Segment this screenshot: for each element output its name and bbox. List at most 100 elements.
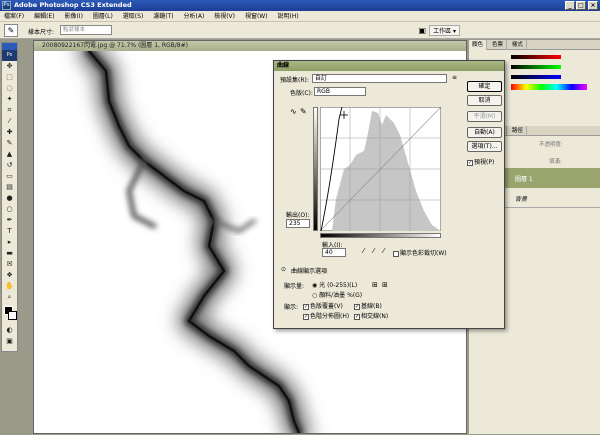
- show-clipping-label: 顯示色彩裁切(W): [400, 250, 447, 257]
- move-tool-icon[interactable]: ✥: [2, 61, 17, 72]
- output-label: 輸出(O):: [286, 212, 310, 219]
- pen-tool-icon[interactable]: ✒: [2, 215, 17, 226]
- show-amount-label: 顯示量:: [284, 283, 305, 290]
- display-options-label: 曲線顯示選項: [291, 268, 328, 275]
- eyedropper-icon[interactable]: ⁄: [2, 116, 17, 127]
- pencil-draw-icon[interactable]: ✎: [300, 107, 307, 116]
- layer-name: 圖層 1: [515, 176, 533, 183]
- channel-overlays-checkbox[interactable]: ✓ 色版覆蓋(V): [303, 301, 343, 310]
- color-panel-tabs: 顏色 色票 樣式: [469, 40, 600, 50]
- bridge-icon[interactable]: ▣: [418, 26, 426, 35]
- menu-select[interactable]: 選取(S): [119, 11, 148, 22]
- eyedropper-tool-icon[interactable]: ✎: [4, 24, 18, 37]
- dodge-tool-icon[interactable]: ○: [2, 204, 17, 215]
- shape-tool-icon[interactable]: ▬: [2, 248, 17, 259]
- input-field[interactable]: 40: [322, 248, 346, 257]
- dialog-title: 曲線: [274, 61, 504, 71]
- menu-edit[interactable]: 編輯(E): [30, 11, 58, 22]
- curve-graph[interactable]: [320, 107, 441, 231]
- sample-size-select[interactable]: 點狀樣本: [60, 25, 112, 35]
- options-bar: ✎ 樣本尺寸: 點狀樣本 ▣ 工作區 ▾: [0, 22, 600, 39]
- tab-swatches[interactable]: 色票: [489, 40, 507, 50]
- menu-window[interactable]: 視窗(W): [241, 11, 272, 22]
- channel-label: 色版(C):: [290, 90, 313, 97]
- baseline-label: 基線(B): [361, 303, 382, 310]
- opacity-label: 不透明度:: [539, 142, 563, 148]
- light-radio[interactable]: ◉ 光 (0-255)(L): [312, 280, 357, 289]
- auto-button[interactable]: 自動(A): [467, 127, 502, 138]
- grid-small-icon[interactable]: ⊞: [372, 281, 378, 289]
- maximize-button[interactable]: □: [576, 1, 586, 10]
- menu-layer[interactable]: 圖層(L): [89, 11, 117, 22]
- preset-options-icon[interactable]: ≡: [452, 74, 457, 81]
- baseline-checkbox[interactable]: ✓ 基線(B): [354, 301, 382, 310]
- gray-eyedropper-icon[interactable]: ⁄: [373, 247, 374, 255]
- document-title: 20080922167閃電.jpg @ 71.7% (圖層 1, RGB/8#): [34, 41, 466, 51]
- history-brush-icon[interactable]: ↺: [2, 160, 17, 171]
- sample-size-label: 樣本尺寸:: [28, 29, 55, 36]
- menu-image[interactable]: 影像(I): [60, 11, 86, 22]
- gradient-tool-icon[interactable]: ▤: [2, 182, 17, 193]
- crop-tool-icon[interactable]: ⌗: [2, 105, 17, 116]
- light-label: 光 (0-255)(L): [319, 282, 358, 289]
- pigment-label: 顏料/油墨 %(G): [319, 292, 363, 299]
- preset-select[interactable]: 自訂: [312, 74, 447, 83]
- histogram-label: 色階分佈圖(H): [310, 313, 350, 320]
- marquee-tool-icon[interactable]: ⬚: [2, 72, 17, 83]
- grid-large-icon[interactable]: ⊞: [382, 281, 388, 289]
- stamp-tool-icon[interactable]: ▲: [2, 149, 17, 160]
- output-gradient-bar: [313, 107, 318, 231]
- collapse-icon[interactable]: ⊙: [281, 266, 286, 273]
- hand-tool-icon[interactable]: ✋: [2, 281, 17, 292]
- minimize-button[interactable]: _: [565, 1, 575, 10]
- show-clipping-checkbox[interactable]: 顯示色彩裁切(W): [393, 248, 447, 257]
- zoom-tool-icon[interactable]: ⌕: [2, 292, 17, 303]
- blur-tool-icon[interactable]: ●: [2, 193, 17, 204]
- check-icon: ✓: [467, 159, 473, 166]
- white-eyedropper-icon[interactable]: ⁄: [383, 247, 384, 255]
- eraser-tool-icon[interactable]: ▭: [2, 171, 17, 182]
- intersection-checkbox[interactable]: ✓ 相交線(N): [354, 311, 388, 320]
- curve-point-tool-icon[interactable]: ∿: [290, 107, 297, 116]
- tab-styles[interactable]: 樣式: [509, 40, 527, 50]
- menu-filter[interactable]: 濾鏡(T): [149, 11, 177, 22]
- preview-checkbox[interactable]: ✓ 預視(P): [467, 157, 494, 166]
- channel-select[interactable]: RGB: [314, 87, 366, 96]
- preview-label: 預視(P): [474, 159, 495, 166]
- type-tool-icon[interactable]: T: [2, 226, 17, 237]
- title-bar: Ps Adobe Photoshop CS3 Extended _ □ ×: [0, 0, 600, 11]
- show-label: 顯示:: [284, 304, 299, 311]
- output-field[interactable]: 235: [286, 219, 310, 228]
- histogram-checkbox[interactable]: ✓ 色階分佈圖(H): [303, 311, 349, 320]
- healing-brush-icon[interactable]: ✚: [2, 127, 17, 138]
- channel-overlays-label: 色版覆蓋(V): [310, 303, 343, 310]
- tab-paths[interactable]: 路徑: [509, 126, 527, 136]
- menu-bar: 檔案(F) 編輯(E) 影像(I) 圖層(L) 選取(S) 濾鏡(T) 分析(A…: [0, 11, 600, 22]
- smooth-button[interactable]: 平滑(M): [467, 111, 502, 122]
- checkbox-icon: [393, 250, 399, 257]
- screen-mode-icon[interactable]: ▣: [2, 336, 17, 347]
- path-select-icon[interactable]: ▸: [2, 237, 17, 248]
- quick-mask-icon[interactable]: ◐: [2, 325, 17, 336]
- close-button[interactable]: ×: [588, 1, 598, 10]
- menu-help[interactable]: 說明(H): [273, 11, 302, 22]
- workspace-button[interactable]: 工作區 ▾: [429, 25, 460, 36]
- fill-label: 填滿:: [549, 159, 562, 165]
- menu-view[interactable]: 檢視(V): [210, 11, 239, 22]
- menu-file[interactable]: 檔案(F): [0, 11, 28, 22]
- black-eyedropper-icon[interactable]: ⁄: [363, 247, 364, 255]
- app-title: Adobe Photoshop CS3 Extended: [14, 1, 132, 9]
- ok-button[interactable]: 確定: [467, 81, 502, 92]
- ps-icon: Ps: [2, 50, 17, 61]
- pigment-radio[interactable]: ○ 顏料/油墨 %(G): [312, 290, 362, 299]
- tab-color[interactable]: 顏色: [469, 40, 488, 50]
- color-swatches-icon[interactable]: [2, 305, 17, 323]
- brush-tool-icon[interactable]: ✎: [2, 138, 17, 149]
- magic-wand-tool-icon[interactable]: ✦: [2, 94, 17, 105]
- cancel-button[interactable]: 取消: [467, 95, 502, 106]
- menu-analysis[interactable]: 分析(A): [180, 11, 209, 22]
- 3d-tool-icon[interactable]: ❖: [2, 270, 17, 281]
- options-button[interactable]: 選項(T)...: [467, 141, 502, 152]
- lasso-tool-icon[interactable]: ◌: [2, 83, 17, 94]
- notes-tool-icon[interactable]: ✉: [2, 259, 17, 270]
